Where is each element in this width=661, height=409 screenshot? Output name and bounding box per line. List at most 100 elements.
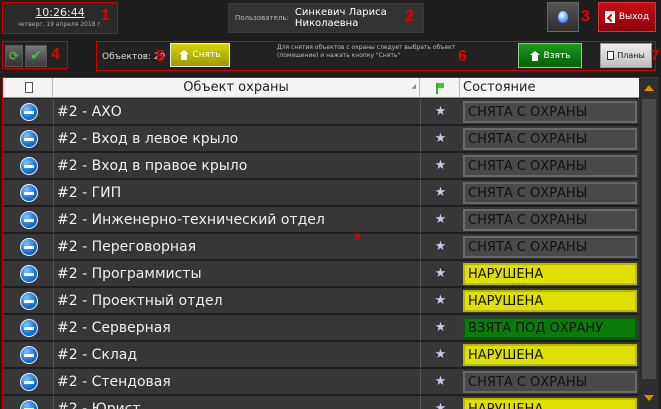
row-icon-cell — [3, 288, 53, 314]
callout-7: 7 — [651, 47, 660, 64]
row-name: #2 - Склад — [53, 342, 420, 368]
star-icon[interactable]: ★ — [420, 153, 460, 179]
clock-time: 10:26:44 — [35, 6, 85, 19]
table-row[interactable]: #2 - Проектный отдел ★ НАРУШЕНА — [3, 288, 639, 314]
row-state: НАРУШЕНА — [463, 263, 637, 285]
hint-text: Для снятия объектов с охраны следует выб… — [277, 44, 456, 59]
checkmark-icon: ✔ — [30, 48, 42, 64]
row-state: НАРУШЕНА — [463, 398, 637, 409]
star-icon[interactable]: ★ — [420, 396, 460, 409]
callout-1: 1 — [101, 7, 110, 24]
vertical-scrollbar[interactable] — [639, 78, 659, 409]
no-entry-icon — [20, 346, 38, 364]
callout-2: 2 — [405, 8, 414, 25]
house-icon — [179, 50, 190, 60]
sort-icon: ◢ — [411, 83, 416, 90]
row-name: #2 - Стендовая — [53, 369, 420, 395]
table-row[interactable]: #2 - Серверная ★ ВЗЯТА ПОД ОХРАНУ — [3, 315, 639, 341]
callout-6: 6 — [458, 48, 467, 65]
row-name: #2 - Переговорная — [53, 234, 420, 260]
row-name: #2 - Инженерно-технический отдел — [53, 207, 420, 233]
exit-door-icon — [604, 11, 615, 23]
callout-5: 5 — [156, 48, 165, 65]
row-name: #2 - Вход в правое крыло — [53, 153, 420, 179]
refresh-icon: ⟳ — [8, 49, 20, 63]
clock-date: четверг, 19 апреля 2018 г. — [17, 21, 103, 28]
table-row[interactable]: #2 - АХО ★ СНЯТА С ОХРАНЫ — [3, 99, 639, 125]
take-label: Взять — [543, 50, 571, 61]
column-name[interactable]: Объект охраны ◢ — [53, 78, 420, 98]
row-icon-cell — [3, 126, 53, 152]
table-row[interactable]: #2 - Склад ★ НАРУШЕНА — [3, 342, 639, 368]
user-panel: Пользователь: Синкевич Лариса Николаевна — [228, 3, 424, 33]
house-icon — [529, 50, 540, 61]
no-entry-icon — [20, 157, 38, 175]
no-entry-icon — [20, 238, 38, 256]
no-entry-icon — [20, 373, 38, 391]
scroll-down-icon[interactable] — [641, 390, 657, 406]
table-row[interactable]: #2 - Вход в левое крыло ★ СНЯТА С ОХРАНЫ — [3, 126, 639, 152]
row-icon-cell — [3, 180, 53, 206]
row-state: СНЯТА С ОХРАНЫ — [463, 371, 637, 393]
table-row[interactable]: #2 - Вход в правое крыло ★ СНЯТА С ОХРАН… — [3, 153, 639, 179]
table-row[interactable]: #2 - Программисты ★ НАРУШЕНА — [3, 261, 639, 287]
column-flag[interactable] — [420, 78, 460, 98]
exit-label: Выход — [618, 12, 650, 22]
table-row[interactable]: #2 - Инженерно-технический отдел ★ СНЯТА… — [3, 207, 639, 233]
scroll-up-icon[interactable] — [641, 81, 657, 97]
flag-icon — [436, 83, 444, 94]
callout-4: 4 — [51, 46, 60, 63]
row-name: #2 - ГИП — [53, 180, 420, 206]
row-state: СНЯТА С ОХРАНЫ — [463, 209, 637, 231]
take-button[interactable]: Взять — [518, 43, 582, 68]
star-icon[interactable]: ★ — [420, 261, 460, 287]
column-state-label: Состояние — [463, 80, 536, 95]
release-label: Снять — [192, 50, 221, 60]
row-state: СНЯТА С ОХРАНЫ — [463, 155, 637, 177]
refresh-button[interactable]: ⟳ — [5, 45, 23, 67]
row-icon-cell — [3, 99, 53, 125]
row-icon-cell — [3, 207, 53, 233]
row-icon-cell — [3, 234, 53, 260]
no-entry-icon — [20, 103, 38, 121]
plans-button[interactable]: Планы — [600, 43, 652, 68]
table-header: Объект охраны ◢ Состояние — [3, 78, 639, 98]
row-name: #2 - Вход в левое крыло — [53, 126, 420, 152]
no-entry-icon — [20, 400, 38, 409]
star-icon[interactable]: ★ — [420, 342, 460, 368]
row-state: СНЯТА С ОХРАНЫ — [463, 182, 637, 204]
document-icon — [25, 82, 33, 93]
user-name: Синкевич Лариса Николаевна — [294, 7, 387, 29]
table-row[interactable]: #2 - Юрист ★ НАРУШЕНА — [3, 396, 639, 409]
row-state: ВЗЯТА ПОД ОХРАНУ — [463, 317, 637, 339]
column-state[interactable]: Состояние — [460, 78, 639, 98]
callout-8: 8 — [355, 232, 361, 242]
no-entry-icon — [20, 319, 38, 337]
row-state: НАРУШЕНА — [463, 344, 637, 366]
row-name: #2 - Юрист — [53, 396, 420, 409]
document-icon — [607, 51, 615, 60]
row-state: СНЯТА С ОХРАНЫ — [463, 128, 637, 150]
star-icon[interactable]: ★ — [420, 288, 460, 314]
column-name-label: Объект охраны — [183, 80, 289, 95]
table-row[interactable]: #2 - Переговорная ★ СНЯТА С ОХРАНЫ — [3, 234, 639, 260]
star-icon[interactable]: ★ — [420, 315, 460, 341]
help-button[interactable] — [547, 2, 579, 32]
select-all-button[interactable]: ✔ — [25, 45, 47, 67]
star-icon[interactable]: ★ — [420, 207, 460, 233]
scroll-thumb[interactable] — [642, 99, 656, 379]
table-row[interactable]: #2 - ГИП ★ СНЯТА С ОХРАНЫ — [3, 180, 639, 206]
no-entry-icon — [20, 292, 38, 310]
star-icon[interactable]: ★ — [420, 126, 460, 152]
plans-label: Планы — [617, 51, 645, 60]
release-button[interactable]: Снять — [170, 43, 230, 67]
star-icon[interactable]: ★ — [420, 180, 460, 206]
row-icon-cell — [3, 315, 53, 341]
objects-table: Объект охраны ◢ Состояние #2 - АХО ★ СНЯ… — [2, 77, 659, 409]
star-icon[interactable]: ★ — [420, 234, 460, 260]
star-icon[interactable]: ★ — [420, 99, 460, 125]
table-row[interactable]: #2 - Стендовая ★ СНЯТА С ОХРАНЫ — [3, 369, 639, 395]
star-icon[interactable]: ★ — [420, 369, 460, 395]
exit-button[interactable]: Выход — [598, 2, 656, 32]
column-icon[interactable] — [3, 78, 53, 98]
